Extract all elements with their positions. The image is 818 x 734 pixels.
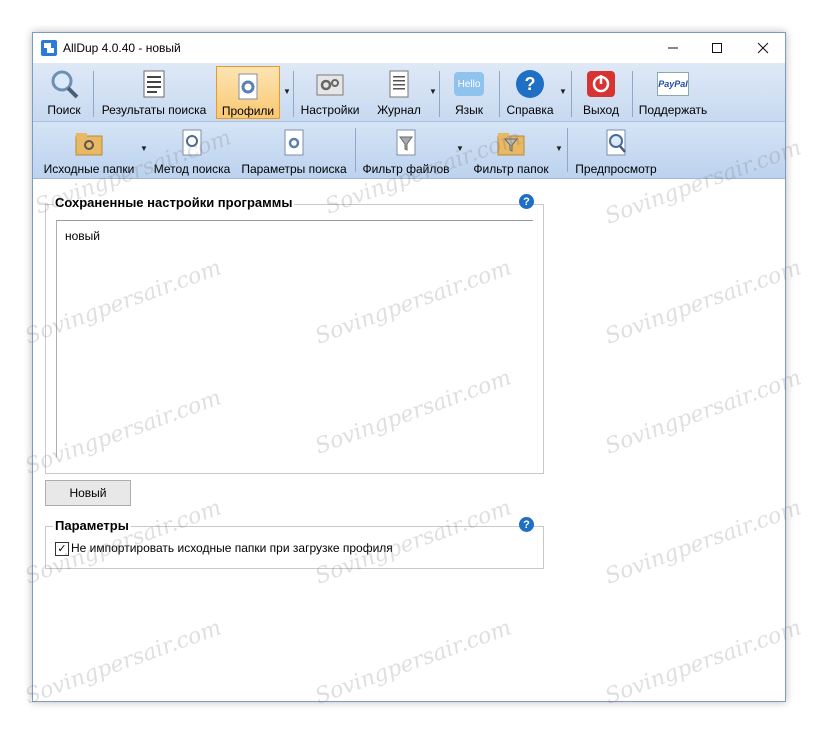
profiles-list[interactable]: новый: [56, 220, 533, 457]
toolbar-separator: [293, 71, 294, 117]
window-title: AllDup 4.0.40 - новый: [63, 41, 181, 55]
toolbar-language-button[interactable]: Hello Язык: [445, 63, 493, 121]
saved-settings-help-icon[interactable]: ?: [519, 194, 534, 209]
toolbar-log-button[interactable]: Журнал: [371, 63, 427, 121]
search-params-label: Параметры поиска: [241, 162, 347, 176]
folder-search-icon: [74, 128, 104, 158]
new-profile-button[interactable]: Новый: [45, 480, 131, 506]
search-params-button[interactable]: Параметры поиска: [239, 122, 349, 178]
toolbar-support-label: Поддержать: [638, 103, 708, 117]
toolbar-profiles-label: Профили: [221, 104, 275, 118]
toolbar-log-label: Журнал: [377, 103, 421, 117]
power-off-icon: [584, 67, 618, 101]
search-method-icon: [177, 128, 207, 158]
title-bar: AllDup 4.0.40 - новый: [33, 33, 785, 63]
maximize-button[interactable]: [695, 33, 739, 63]
minimize-icon: [668, 47, 678, 49]
maximize-icon: [712, 43, 722, 53]
no-import-label[interactable]: Не импортировать исходные папки при загр…: [71, 541, 393, 555]
source-folders-label: Исходные папки: [43, 162, 135, 176]
search-params-icon: [279, 128, 309, 158]
toolbar-separator: [439, 71, 440, 117]
list-item[interactable]: новый: [65, 229, 100, 243]
folder-filter-dropdown-icon[interactable]: ▼: [555, 144, 563, 153]
search-method-button[interactable]: Метод поиска: [151, 122, 233, 178]
help-dropdown-icon[interactable]: ▼: [559, 87, 567, 96]
toolbar-exit-label: Выход: [583, 103, 619, 117]
no-import-checkbox[interactable]: ✓: [55, 542, 69, 556]
svg-text:?: ?: [525, 74, 536, 94]
alldup-app-icon: [41, 40, 57, 56]
toolbar-help-button[interactable]: ? Справка: [503, 63, 557, 121]
results-list-icon: [137, 67, 171, 101]
toolbar-search-button[interactable]: Поиск: [41, 63, 87, 121]
toolbar-support-button[interactable]: PayPal Поддержать: [637, 63, 709, 121]
file-filter-icon: [391, 128, 421, 158]
settings-gears-icon: [313, 67, 347, 101]
toolbar-help-label: Справка: [506, 103, 554, 117]
paypal-icon-text: PayPal: [657, 72, 689, 96]
preview-button[interactable]: Предпросмотр: [573, 122, 659, 178]
file-filter-label: Фильтр файлов: [362, 162, 450, 176]
toolbar-language-label: Язык: [454, 103, 484, 117]
paypal-heart-icon: PayPal: [656, 67, 690, 101]
toolbar-separator: [499, 71, 500, 117]
parameters-title: Параметры: [53, 518, 131, 533]
close-button[interactable]: [741, 33, 785, 63]
magnifier-icon: [47, 67, 81, 101]
log-dropdown-icon[interactable]: ▼: [429, 87, 437, 96]
source-folders-button[interactable]: Исходные папки: [41, 122, 137, 178]
parameters-help-icon[interactable]: ?: [519, 517, 534, 532]
profile-sub-toolbar: Исходные папки ▼ Метод поиска Параметры …: [33, 122, 785, 179]
app-window: AllDup 4.0.40 - новый Поиск Результаты п…: [32, 32, 786, 702]
toolbar-search-label: Поиск: [47, 103, 81, 117]
minimize-button[interactable]: [651, 33, 695, 63]
profile-gear-icon: [231, 71, 265, 102]
toolbar-separator: [355, 128, 356, 172]
file-filter-dropdown-icon[interactable]: ▼: [456, 144, 464, 153]
help-question-icon: ?: [513, 67, 547, 101]
saved-settings-title: Сохраненные настройки программы: [53, 195, 295, 210]
close-icon: [757, 42, 769, 54]
toolbar-separator: [632, 71, 633, 117]
file-filter-button[interactable]: Фильтр файлов: [361, 122, 451, 178]
toolbar-results-label: Результаты поиска: [101, 103, 207, 117]
toolbar-exit-button[interactable]: Выход: [577, 63, 625, 121]
folder-filter-icon: [496, 128, 526, 158]
toolbar-results-button[interactable]: Результаты поиска: [97, 63, 211, 121]
hello-bubble-icon: Hello: [452, 67, 486, 101]
toolbar-separator: [567, 128, 568, 172]
toolbar-settings-button[interactable]: Настройки: [297, 63, 363, 121]
preview-magnifier-icon: [601, 128, 631, 158]
toolbar-separator: [571, 71, 572, 117]
source-folders-dropdown-icon[interactable]: ▼: [140, 144, 148, 153]
toolbar-settings-label: Настройки: [300, 103, 360, 117]
toolbar-profiles-button[interactable]: Профили: [216, 66, 280, 119]
folder-filter-button[interactable]: Фильтр папок: [469, 122, 553, 178]
main-toolbar: Поиск Результаты поиска Профили ▼ Настро…: [33, 63, 785, 122]
folder-filter-label: Фильтр папок: [473, 162, 549, 176]
hello-bubble-text: Hello: [454, 72, 484, 96]
toolbar-separator: [93, 71, 94, 117]
log-document-icon: [382, 67, 416, 101]
search-method-label: Метод поиска: [153, 162, 231, 176]
profiles-dropdown-icon[interactable]: ▼: [283, 87, 291, 96]
preview-label: Предпросмотр: [575, 162, 657, 176]
